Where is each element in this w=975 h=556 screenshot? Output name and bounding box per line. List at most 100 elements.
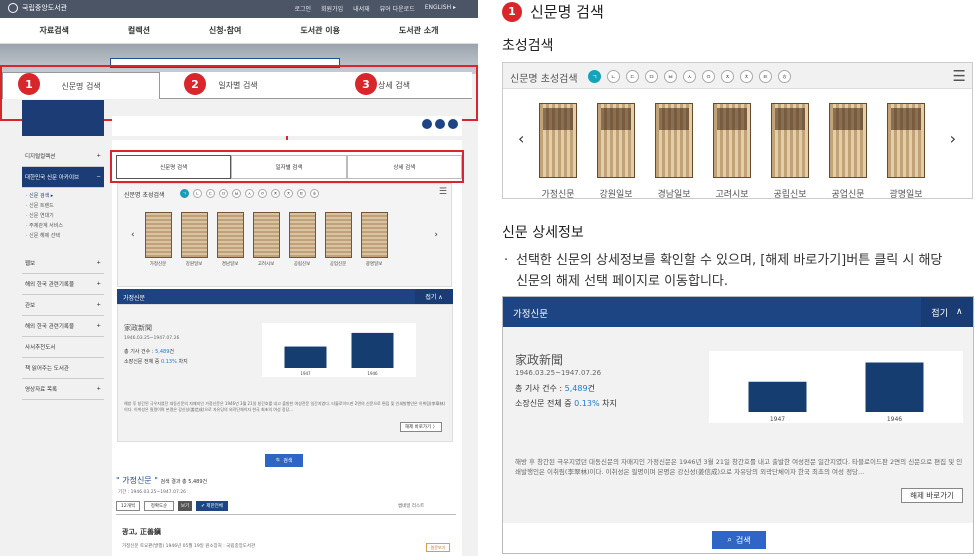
login-link[interactable]: 로그인 xyxy=(294,4,311,13)
viewer-link[interactable]: 뷰어 다운로드 xyxy=(380,4,415,13)
paper-card[interactable]: 가정신문 xyxy=(529,103,587,200)
sidebar-item-digital[interactable]: 디지털컬렉션 + xyxy=(22,146,104,167)
badge-3: 3 xyxy=(355,73,377,95)
sidebar-sub-trend[interactable]: · 신문 트렌드 xyxy=(22,201,104,211)
chosung-chip[interactable]: ㅅ xyxy=(683,70,696,83)
select-all-button[interactable]: ✔ 제한전체 xyxy=(196,501,228,511)
share-icon[interactable] xyxy=(422,119,432,129)
paper-card[interactable]: 공립신보 xyxy=(761,103,819,200)
english-link[interactable]: ENGLISH ▸ xyxy=(425,4,456,13)
chosung-chip[interactable]: ㄷ xyxy=(206,189,215,198)
chosung-chip[interactable]: ㅌ xyxy=(759,70,772,83)
sidebar-item-recommend[interactable]: 사서추천도서 xyxy=(22,337,104,358)
sidebar-item-gazette[interactable]: 관보 + xyxy=(22,295,104,316)
chosung-chip[interactable]: ㅈ xyxy=(271,189,280,198)
sidebar-item-label: 사서추천도서 xyxy=(25,345,56,351)
paper-card[interactable]: 경남일보 xyxy=(215,212,245,267)
chosung-chip[interactable]: ㅅ xyxy=(245,189,254,198)
fold-button[interactable]: 접기 ∧ xyxy=(415,289,453,304)
sidebar-sub-topic[interactable]: · 주제관계 서비스 xyxy=(22,221,104,231)
sidebar-sub-select[interactable]: · 신문 해제 선택 xyxy=(22,231,104,241)
paper-card[interactable]: 광명일보 xyxy=(877,103,935,200)
chosung-chip[interactable]: ㅎ xyxy=(778,70,791,83)
nav-apply[interactable]: 신청·참여 xyxy=(209,25,241,36)
result-title: " 가정신문 " 검색 결과 총 5,489건 xyxy=(116,476,208,485)
prev-arrow-icon[interactable]: ‹ xyxy=(131,230,135,240)
sidebar-item-label: 영상자료 목록 xyxy=(25,387,58,393)
paper-card[interactable]: 강원일보 xyxy=(179,212,209,267)
goto-detail-button[interactable]: 해제 바로가기 〉 xyxy=(400,422,442,432)
sidebar-item-reading[interactable]: 책 읽어주는 도서관 xyxy=(22,358,104,379)
paper-name-label: 공업신문 xyxy=(329,262,347,267)
original-view-button[interactable]: 원문보기 xyxy=(426,543,450,552)
nav-about[interactable]: 도서관 소개 xyxy=(399,25,439,36)
sidebar-item-overseas-2[interactable]: 해외 한국 관련기록물 + xyxy=(22,316,104,337)
item-title[interactable]: 광고, 正善鎭 xyxy=(122,527,161,537)
menu-icon[interactable]: ☰ xyxy=(953,67,966,85)
paper-card[interactable]: 가정신문 xyxy=(143,212,173,267)
paper-card[interactable]: 고려시보 xyxy=(251,212,281,267)
next-arrow-icon[interactable]: › xyxy=(950,129,956,148)
detail-description: · 선택한 신문의 상세정보를 확인할 수 있으며, [해제 바로가기]버튼 클… xyxy=(504,250,944,292)
chosung-chip[interactable]: ㅇ xyxy=(702,70,715,83)
sidebar-item-video[interactable]: 영상자료 목록 + xyxy=(22,379,104,400)
prev-arrow-icon[interactable]: ‹ xyxy=(518,129,524,148)
paper-thumbnail xyxy=(216,212,244,258)
nav-search[interactable]: 자료검색 xyxy=(39,25,68,36)
chosung-chip[interactable]: ㄷ xyxy=(626,70,639,83)
paper-card[interactable]: 공업신문 xyxy=(323,212,353,267)
paper-card[interactable]: 공립신보 xyxy=(287,212,317,267)
paper-card[interactable]: 고려시보 xyxy=(703,103,761,200)
next-arrow-icon[interactable]: › xyxy=(434,230,438,240)
chosung-chip[interactable]: ㅇ xyxy=(258,189,267,198)
per-page-select[interactable]: 12개씩 xyxy=(116,501,140,511)
paper-card[interactable]: 강원일보 xyxy=(587,103,645,200)
menu-icon[interactable]: ☰ xyxy=(439,187,447,197)
chosung-chip[interactable]: ㄴ xyxy=(193,189,202,198)
bullet: · xyxy=(504,253,509,268)
chosung-chip[interactable]: ㅂ xyxy=(664,70,677,83)
sidebar-item-webo[interactable]: 웹보 + xyxy=(22,253,104,274)
sidebar-sub-chronology[interactable]: · 신문 연대기 xyxy=(22,211,104,221)
paper-card[interactable]: 경남일보 xyxy=(645,103,703,200)
paper-name: 家政新聞 xyxy=(515,353,564,367)
chosung-chip[interactable]: ㅁ xyxy=(645,70,658,83)
search-button[interactable]: ⌕ 검색 xyxy=(712,531,766,549)
sort-select[interactable]: 정확도순 xyxy=(144,501,174,511)
chosung-chip[interactable]: ㄱ xyxy=(180,189,189,198)
chosung-chip[interactable]: ㅌ xyxy=(297,189,306,198)
detail-title: 신문 상세정보 xyxy=(502,225,584,241)
view-button[interactable]: 보기 xyxy=(178,501,192,511)
goto-detail-button[interactable]: 해제 바로가기 xyxy=(901,488,963,503)
paper-name-label: 공립신보 xyxy=(773,190,807,200)
chosung-chip[interactable]: ㄱ xyxy=(588,70,601,83)
chosung-chip[interactable]: ㅁ xyxy=(219,189,228,198)
sidebar-item-label: 대한민국 신문 아카이브 xyxy=(25,175,80,181)
view-toggle[interactable]: 썸네일 리스트 xyxy=(398,503,424,509)
paper-card[interactable]: 공업신문 xyxy=(819,103,877,200)
chosung-chip[interactable]: ㅊ xyxy=(740,70,753,83)
year-chart: 1947 1946 xyxy=(262,323,416,377)
chosung-chip[interactable]: ㄴ xyxy=(607,70,620,83)
link-icon[interactable] xyxy=(448,119,458,129)
print-icon[interactable] xyxy=(435,119,445,129)
chosung-chip[interactable]: ㅊ xyxy=(284,189,293,198)
library-logo[interactable]: 국립중앙도서관 xyxy=(8,3,67,13)
nav-use[interactable]: 도서관 이용 xyxy=(300,25,340,36)
chart-bar xyxy=(284,346,327,368)
search-button[interactable]: 🔍 검색 xyxy=(265,454,303,467)
sidebar-item-archive[interactable]: 대한민국 신문 아카이브 − xyxy=(22,167,104,188)
info-header: 가정신문 접기 ∧ xyxy=(117,289,453,304)
my-library-link[interactable]: 내서재 xyxy=(353,4,370,13)
signup-link[interactable]: 회원가입 xyxy=(321,4,343,13)
sidebar-sub-search[interactable]: · 신문 검색 ▸ xyxy=(22,191,104,201)
chosung-chip[interactable]: ㅂ xyxy=(232,189,241,198)
paper-name-label: 경남일보 xyxy=(221,262,239,267)
paper-card[interactable]: 광명일보 xyxy=(359,212,389,267)
nav-collection[interactable]: 컬렉션 xyxy=(128,25,150,36)
sidebar-item-overseas[interactable]: 해외 한국 관련기록물 + xyxy=(22,274,104,295)
chosung-chip[interactable]: ㅎ xyxy=(310,189,319,198)
fold-button[interactable]: 접기 ∧ xyxy=(921,297,973,327)
paper-carousel: 가정신문 강원일보 경남일보 고려시보 공립신보 공업신문 광명일보 xyxy=(143,212,389,267)
chosung-chip[interactable]: ㅈ xyxy=(721,70,734,83)
